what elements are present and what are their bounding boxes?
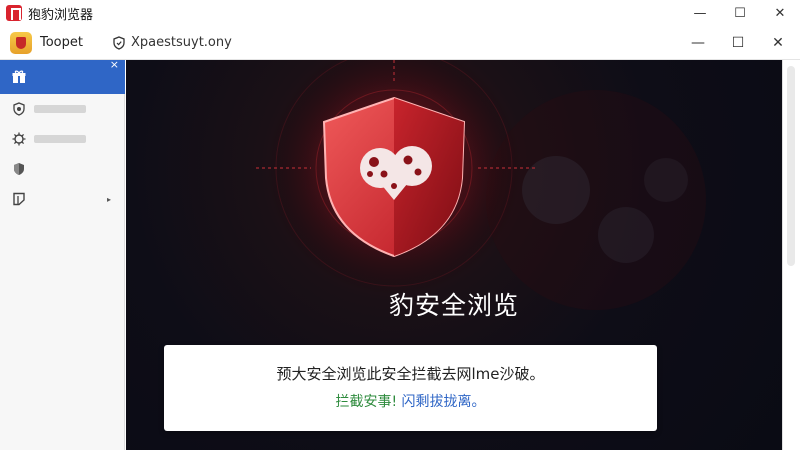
sidebar-item-label — [34, 135, 86, 143]
sidebar-item-bookmarks[interactable]: ▸ — [0, 184, 125, 214]
chevron-right-icon: ▸ — [106, 194, 111, 204]
page-title: 豹安全浏览 — [388, 291, 519, 320]
app-logo-icon — [6, 5, 22, 21]
sidebar-close-button[interactable]: × — [110, 58, 119, 71]
shield-icon — [12, 102, 26, 116]
vertical-scrollbar[interactable] — [782, 60, 800, 450]
alert-message: 预大安全浏览此安全拦截去网lme沙破。 — [276, 365, 545, 383]
sidebar-item-label — [34, 105, 86, 113]
gift-icon — [12, 70, 26, 84]
window-title: 狍豹浏览器 — [28, 7, 94, 23]
shield-icon — [113, 35, 125, 50]
inner-maximize-button[interactable]: ☐ — [718, 26, 758, 60]
sidebar-item-home[interactable]: × — [0, 58, 125, 94]
tab-label[interactable]: Toopet — [40, 35, 83, 50]
main-content: 豹安全浏览 预大安全浏览此安全拦截去网lme沙破。 拦截安事! 闪剩拔拢离。 — [126, 60, 782, 450]
sidebar: × ▸ — [0, 58, 125, 450]
window-controls: — ☐ ✕ — [680, 0, 800, 26]
alert-actions: 拦截安事! 闪剩拔拢离。 — [164, 391, 657, 411]
address-bar[interactable]: Xpaestsuyt.ony — [113, 35, 232, 50]
sidebar-item-security[interactable] — [0, 94, 125, 124]
security-alert-box: 预大安全浏览此安全拦截去网lme沙破。 拦截安事! 闪剩拔拢离。 — [164, 345, 657, 431]
inner-close-button[interactable]: ✕ — [758, 26, 798, 60]
tab-bar: Toopet Xpaestsuyt.ony — ☐ ✕ — [0, 26, 800, 60]
sidebar-item-protection[interactable] — [0, 154, 125, 184]
window-minimize-button[interactable]: — — [680, 0, 720, 26]
inner-minimize-button[interactable]: — — [678, 26, 718, 60]
window-maximize-button[interactable]: ☐ — [720, 0, 760, 26]
sidebar-item-settings[interactable] — [0, 124, 125, 154]
alert-leave-link[interactable]: 闪剩拔拢离。 — [402, 394, 486, 410]
gear-icon — [12, 132, 26, 146]
tab-favicon-icon — [10, 31, 32, 54]
window-titlebar: 狍豹浏览器 — ☐ ✕ — [0, 0, 800, 26]
scrollbar-thumb[interactable] — [787, 66, 795, 266]
url-text: Xpaestsuyt.ony — [131, 35, 232, 50]
alert-status-link[interactable]: 拦截安事! — [335, 394, 397, 410]
inner-window-controls: — ☐ ✕ — [678, 26, 798, 60]
shield-check-icon — [12, 162, 26, 176]
window-close-button[interactable]: ✕ — [760, 0, 800, 26]
bookmark-icon — [12, 192, 26, 206]
